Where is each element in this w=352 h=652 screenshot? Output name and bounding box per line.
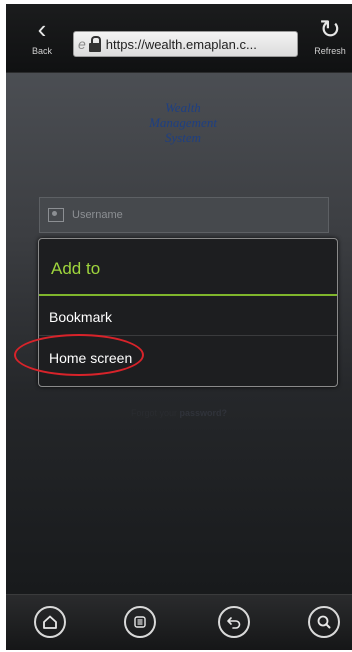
user-icon <box>48 208 64 222</box>
refresh-label: Refresh <box>314 46 346 56</box>
brand-line: Wealth <box>165 100 201 115</box>
search-icon <box>317 615 331 629</box>
brand-logo-text: Wealth Management System <box>108 100 258 145</box>
username-field[interactable]: Username <box>39 197 329 233</box>
back-label: Back <box>31 46 52 56</box>
menu-button[interactable] <box>124 606 156 638</box>
refresh-icon: ↻ <box>319 14 341 44</box>
chevron-left-icon: ‹ <box>37 14 47 44</box>
search-button[interactable] <box>308 606 340 638</box>
back-button[interactable]: ‹ Back <box>24 14 60 64</box>
menu-item-home-screen[interactable]: Home screen <box>49 350 132 366</box>
username-placeholder: Username <box>72 209 123 221</box>
home-icon <box>43 615 57 629</box>
lock-icon <box>88 36 102 52</box>
home-button[interactable] <box>34 606 66 638</box>
menu-icon <box>134 616 146 628</box>
add-to-dialog: Add to Bookmark Home screen <box>38 238 338 387</box>
back-nav-button[interactable] <box>218 606 250 638</box>
brand-line: System <box>164 130 202 145</box>
item-divider <box>39 335 337 336</box>
refresh-button[interactable]: ↻ Refresh <box>310 14 350 64</box>
menu-item-bookmark[interactable]: Bookmark <box>49 309 112 325</box>
address-bar[interactable]: e https://wealth.emaplan.c... <box>73 31 298 57</box>
forgot-password-link[interactable]: Forgot your password? <box>6 408 352 418</box>
dialog-divider <box>39 294 337 296</box>
dialog-title: Add to <box>51 259 101 278</box>
browser-e-icon: e <box>78 36 86 52</box>
url-text: https://wealth.emaplan.c... <box>105 36 257 52</box>
forgot-prefix: Forgot your <box>130 408 180 418</box>
back-arrow-icon <box>227 617 241 629</box>
forgot-password-bold: password? <box>179 408 228 418</box>
phone-screen: ‹ Back e https://wealth.emaplan.c... ↻ R… <box>6 4 352 650</box>
brand-line: Management <box>149 115 217 130</box>
bottom-navigation-bar <box>6 594 352 650</box>
browser-toolbar: ‹ Back e https://wealth.emaplan.c... ↻ R… <box>6 4 352 73</box>
